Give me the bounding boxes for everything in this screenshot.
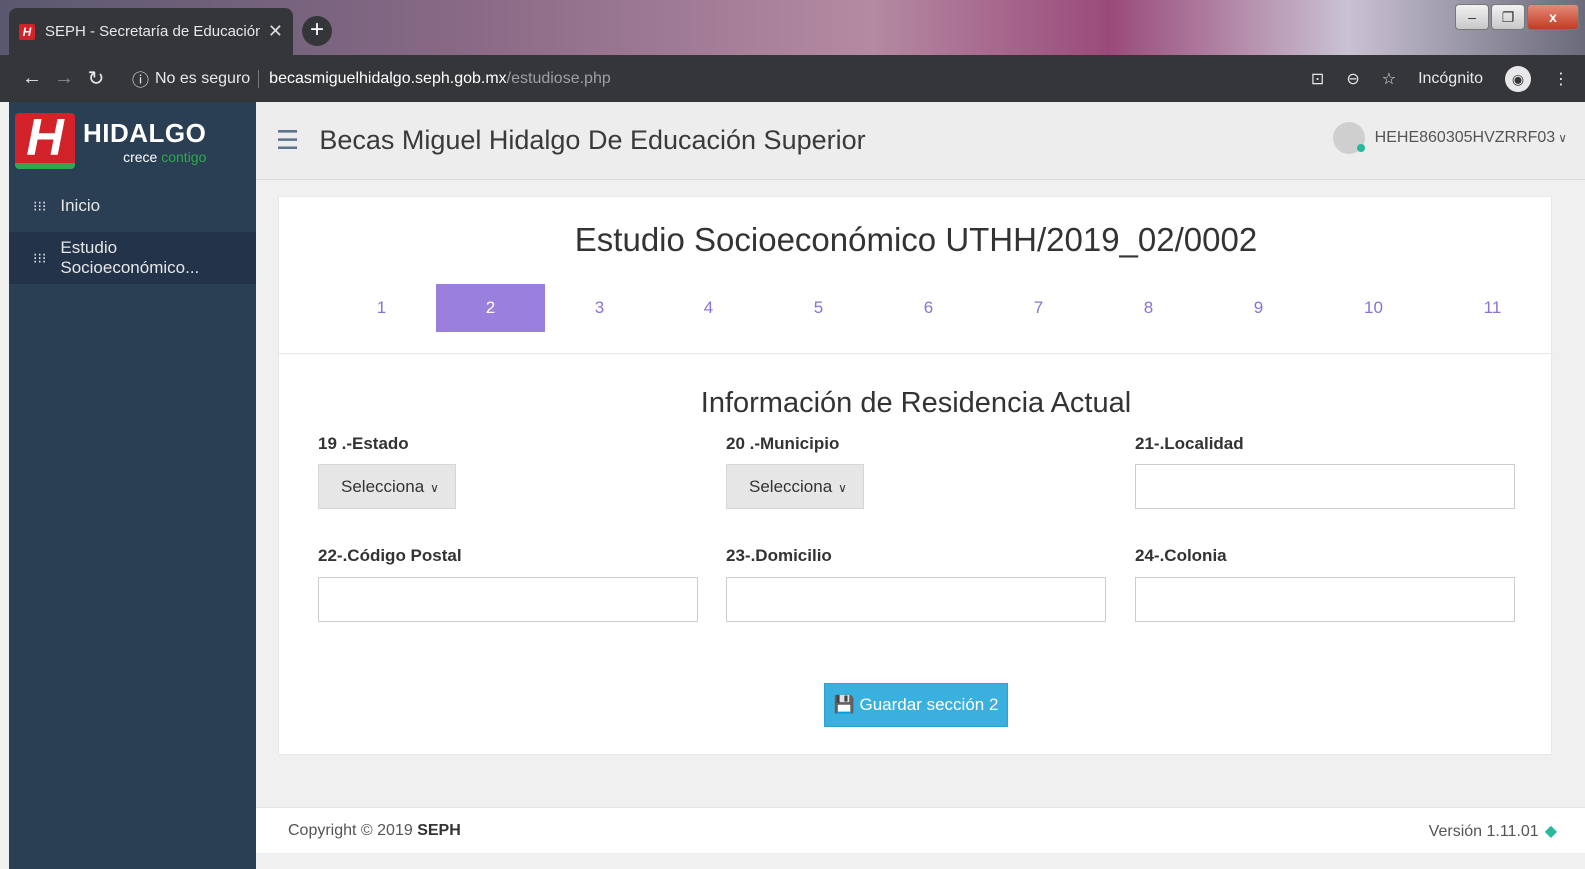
domicilio-field[interactable]: [726, 577, 1106, 622]
sidebar-item-label: Inicio: [60, 196, 101, 215]
browser-tab[interactable]: H SEPH - Secretaría de Educación P ✕: [9, 8, 293, 55]
save-section-button[interactable]: 💾 Guardar sección 2: [824, 683, 1008, 727]
zoom-icon[interactable]: ⊖: [1346, 69, 1359, 89]
window-controls: – ❐ x: [1455, 4, 1579, 30]
omnibox[interactable]: ⓘ No es seguro becasmiguelhidalgo.seph.g…: [120, 61, 1311, 97]
app-title: Becas Miguel Hidalgo De Educación Superi…: [319, 125, 866, 155]
reload-icon[interactable]: ↻: [80, 66, 112, 91]
section-title: Información de Residencia Actual: [700, 387, 1132, 419]
url-path: /estudiose.php: [506, 69, 611, 87]
avatar: [1332, 122, 1365, 154]
codigo-postal-label: 22-.Código Postal: [318, 546, 462, 565]
study-panel: Estudio Socioeconómico UTHH/2019_02/0002…: [278, 196, 1553, 755]
incognito-icon[interactable]: ◉: [1505, 65, 1531, 92]
browser-titlebar: H SEPH - Secretaría de Educación P ✕ + –…: [0, 0, 1585, 55]
back-icon[interactable]: ←: [16, 67, 48, 90]
sidebar-item-label: Estudio Socioeconómico...: [60, 238, 200, 277]
url-host: becasmiguelhidalgo.seph.gob.mx: [269, 69, 507, 87]
online-status-icon: [1356, 144, 1365, 152]
step-tab-9[interactable]: 9: [1204, 284, 1313, 332]
grid-icon: ⁝⁝⁝: [33, 249, 47, 266]
menu-kebab-icon[interactable]: ⋮: [1553, 69, 1569, 89]
divider: [279, 353, 1553, 354]
step-tab-11[interactable]: 11: [1438, 284, 1547, 332]
bookmark-star-icon[interactable]: ☆: [1382, 69, 1396, 89]
step-tabs: 1 2 3 4 5 6 7 8 9 10 11: [303, 284, 1529, 332]
window-close-button[interactable]: x: [1527, 4, 1579, 30]
sidebar-item-inicio[interactable]: ⁝⁝⁝ Inicio: [9, 180, 256, 232]
step-tab-1[interactable]: 1: [327, 284, 436, 332]
localidad-label: 21-.Localidad: [1135, 434, 1244, 453]
tab-title: SEPH - Secretaría de Educación P: [45, 23, 260, 40]
estado-select[interactable]: Selecciona ∨: [318, 464, 456, 509]
copyright: Copyright © 2019 SEPH: [288, 821, 461, 839]
address-bar: ← → ↻ ⓘ No es seguro becasmiguelhidalgo.…: [0, 55, 1585, 102]
step-tab-2[interactable]: 2: [436, 284, 545, 332]
footer: Copyright © 2019 SEPH Versión 1.11.01 ◆: [256, 807, 1585, 853]
menu-toggle-icon[interactable]: ☰: [276, 125, 299, 156]
insecure-label: No es seguro: [155, 69, 260, 88]
forward-icon[interactable]: →: [48, 67, 80, 90]
info-icon[interactable]: ⓘ: [132, 66, 149, 91]
step-tab-6[interactable]: 6: [874, 284, 983, 332]
step-tab-4[interactable]: 4: [654, 284, 763, 332]
codigo-postal-field[interactable]: [318, 577, 698, 622]
leaf-icon: ◆: [1544, 822, 1557, 840]
chevron-down-icon: ∨: [1558, 131, 1567, 145]
sidebar-logo[interactable]: H HIDALGO crece contigo: [9, 102, 256, 180]
step-tab-10[interactable]: 10: [1319, 284, 1428, 332]
minimize-button[interactable]: –: [1455, 4, 1489, 30]
hidalgo-logo-icon: H: [15, 109, 75, 169]
localidad-field[interactable]: [1135, 464, 1515, 509]
grid-icon: ⁝⁝⁝: [33, 197, 47, 214]
new-tab-button[interactable]: +: [302, 16, 332, 46]
version: Versión 1.11.01 ◆: [1428, 822, 1557, 840]
page-title: Estudio Socioeconómico UTHH/2019_02/0002: [574, 221, 1258, 258]
restore-button[interactable]: ❐: [1491, 4, 1525, 30]
step-tab-8[interactable]: 8: [1094, 284, 1203, 332]
sidebar: H HIDALGO crece contigo ⁝⁝⁝ Inicio ⁝⁝⁝ E…: [9, 102, 256, 869]
municipio-label: 20 .-Municipio: [726, 434, 840, 453]
user-menu[interactable]: HEHE860305HVZRRF03 ∨: [1332, 122, 1567, 154]
estado-label: 19 .-Estado: [318, 434, 409, 453]
top-header: ☰ Becas Miguel Hidalgo De Educación Supe…: [256, 102, 1585, 180]
chevron-down-icon: ∨: [838, 481, 847, 495]
user-id: HEHE860305HVZRRF03: [1374, 129, 1556, 146]
chevron-down-icon: ∨: [430, 481, 439, 495]
colonia-field[interactable]: [1135, 577, 1515, 622]
floppy-disk-icon: 💾: [833, 695, 855, 714]
translate-icon[interactable]: ⊡: [1311, 69, 1324, 89]
municipio-select[interactable]: Selecciona ∨: [726, 464, 864, 509]
sidebar-item-estudio[interactable]: ⁝⁝⁝ Estudio Socioeconómico...: [9, 232, 256, 284]
step-tab-5[interactable]: 5: [764, 284, 873, 332]
domicilio-label: 23-.Domicilio: [726, 546, 832, 565]
tab-close-icon[interactable]: ✕: [268, 21, 283, 42]
colonia-label: 24-.Colonia: [1135, 546, 1227, 565]
step-tab-7[interactable]: 7: [984, 284, 1093, 332]
logo-subtitle: crece contigo: [123, 148, 207, 165]
favicon-icon: H: [19, 23, 35, 40]
incognito-label: Incógnito: [1418, 69, 1483, 87]
logo-title: HIDALGO: [83, 117, 207, 148]
step-tab-3[interactable]: 3: [545, 284, 654, 332]
